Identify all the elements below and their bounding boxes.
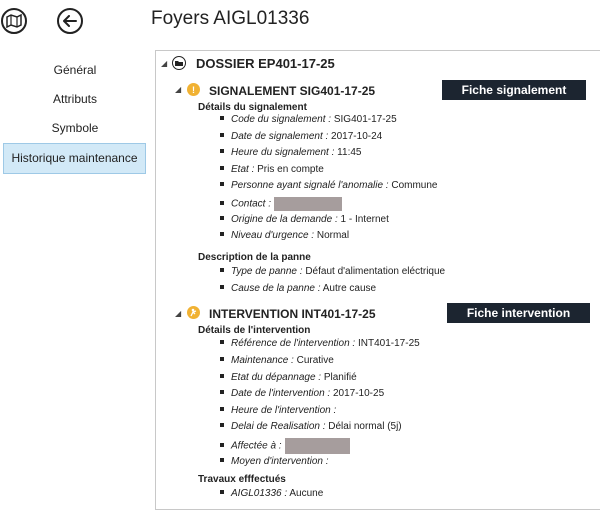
- dossier-title: DOSSIER EP401-17-25: [196, 56, 335, 71]
- map-home-button[interactable]: [1, 8, 27, 34]
- collapse-intervention-icon[interactable]: ◢: [175, 309, 181, 318]
- nav-item-symbole[interactable]: Symbole: [0, 114, 150, 143]
- list-item: Maintenance : Curative: [220, 355, 334, 366]
- intervention-details-heading: Détails de l'intervention: [198, 325, 311, 336]
- travaux-heading: Travaux efffectués: [198, 474, 286, 485]
- list-item: Type de panne : Défaut d'alimentation el…: [220, 266, 445, 277]
- map-grid-icon: [6, 14, 22, 28]
- list-item: Code du signalement : SIG401-17-25: [220, 114, 397, 125]
- nav-item-historique-maintenance[interactable]: Historique maintenance: [3, 143, 146, 174]
- list-item: Moyen d'intervention :: [220, 456, 329, 467]
- nav-item-attributs[interactable]: Attributs: [0, 85, 150, 114]
- arrow-left-icon: [63, 15, 77, 27]
- list-item: Cause de la panne : Autre cause: [220, 283, 376, 294]
- fiche-intervention-button[interactable]: Fiche intervention: [447, 303, 590, 323]
- signalement-title: SIGNALEMENT SIG401-17-25: [209, 84, 376, 98]
- description-heading: Description de la panne: [198, 252, 311, 263]
- list-item: Origine de la demande : 1 - Internet: [220, 214, 389, 225]
- redacted-affectee: [284, 438, 350, 454]
- list-item: Date de signalement : 2017-10-24: [220, 131, 382, 142]
- warning-icon: !: [187, 83, 200, 96]
- list-item: Etat : Pris en compte: [220, 164, 324, 175]
- side-nav: Général Attributs Symbole Historique mai…: [0, 56, 150, 174]
- fiche-signalement-button[interactable]: Fiche signalement: [442, 80, 586, 100]
- redacted-contact: [274, 197, 343, 211]
- folder-icon: [172, 56, 186, 70]
- nav-item-general[interactable]: Général: [0, 56, 150, 85]
- maintenance-history-panel: ◢ DOSSIER EP401-17-25 ◢ ! SIGNALEMENT SI…: [155, 50, 600, 510]
- back-button[interactable]: [57, 8, 83, 34]
- list-item: Affectée à :: [220, 438, 350, 454]
- collapse-dossier-icon[interactable]: ◢: [161, 59, 167, 68]
- list-item: Etat du dépannage : Planifié: [220, 372, 357, 383]
- list-item: AIGL01336 : Aucune: [220, 488, 323, 499]
- list-item: Référence de l'intervention : INT401-17-…: [220, 338, 420, 349]
- list-item: Contact :: [220, 197, 343, 211]
- list-item: Niveau d'urgence : Normal: [220, 230, 349, 241]
- list-item: Heure de l'intervention :: [220, 405, 336, 416]
- intervention-title: INTERVENTION INT401-17-25: [209, 307, 376, 321]
- list-item: Heure du signalement : 11:45: [220, 147, 361, 158]
- worker-icon: [187, 306, 200, 319]
- collapse-signalement-icon[interactable]: ◢: [175, 85, 181, 94]
- list-item: Delai de Realisation : Délai normal (5j): [220, 421, 402, 432]
- signalement-details-heading: Détails du signalement: [198, 102, 307, 113]
- page-title: Foyers AIGL01336: [151, 8, 310, 29]
- list-item: Date de l'intervention : 2017-10-25: [220, 388, 384, 399]
- list-item: Personne ayant signalé l'anomalie : Comm…: [220, 180, 437, 191]
